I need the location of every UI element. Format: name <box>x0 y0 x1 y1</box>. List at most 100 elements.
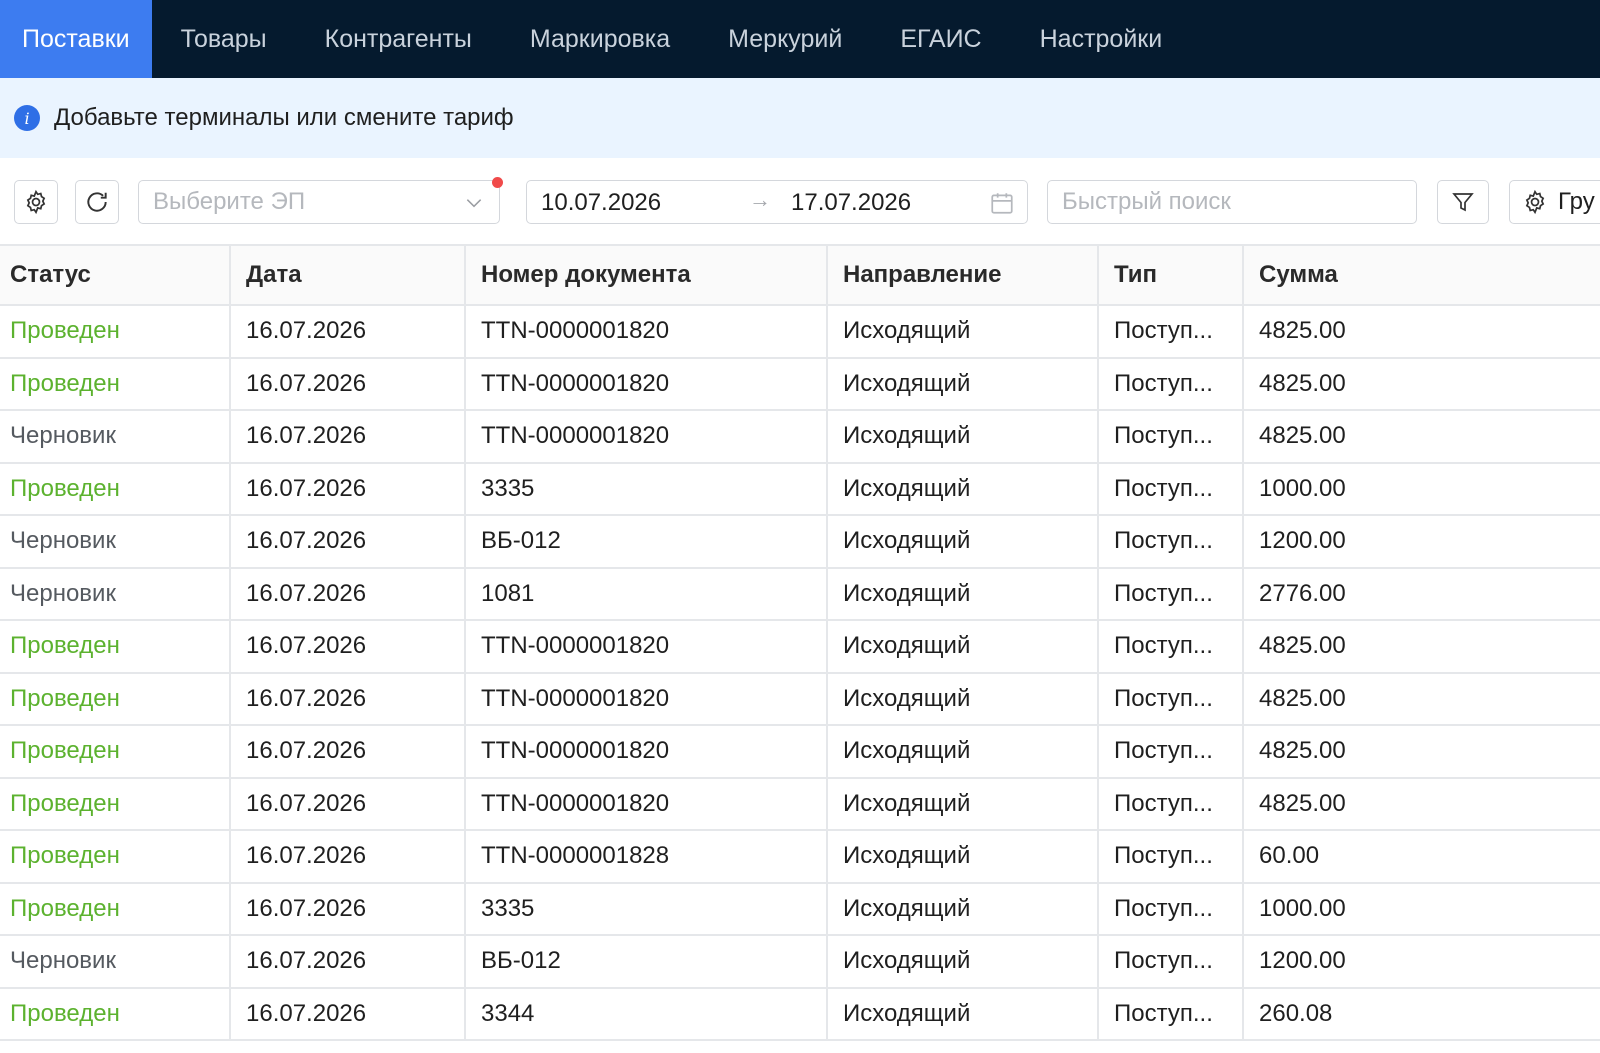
refresh-button[interactable] <box>75 180 119 224</box>
group-button[interactable]: Гру <box>1509 180 1600 224</box>
cell-status: Черновик <box>0 935 231 989</box>
top-navigation: Поставки Товары Контрагенты Маркировка М… <box>0 0 1600 78</box>
cell-date: 16.07.2026 <box>230 567 466 621</box>
column-header-date[interactable]: Дата <box>230 246 466 306</box>
cell-doc-number: 3335 <box>465 882 828 936</box>
column-header-sum[interactable]: Сумма <box>1243 246 1600 306</box>
table-row[interactable]: Проведен 16.07.2026 TTN-0000001820 Исходящи… <box>0 357 1600 411</box>
cell-doc-number: 1081 <box>465 567 828 621</box>
cell-direction: Исходящий <box>827 620 1099 674</box>
filter-button[interactable] <box>1437 180 1489 224</box>
cell-status: Проведен <box>0 987 231 1041</box>
cell-type: Поступ... <box>1098 620 1244 674</box>
cell-date: 16.07.2026 <box>230 462 466 516</box>
date-from[interactable]: 10.07.2026 <box>541 189 661 217</box>
cell-type: Поступ... <box>1098 410 1244 464</box>
cell-doc-number: TTN-0000001820 <box>465 620 828 674</box>
cell-date: 16.07.2026 <box>230 357 466 411</box>
table-row[interactable]: Проведен 16.07.2026 TTN-0000001820 Исходящи… <box>0 305 1600 359</box>
deliveries-table: Статус Дата Номер документа Направление … <box>0 244 1600 1053</box>
cell-doc-number: TTN-0000001820 <box>465 357 828 411</box>
banner-text: Добавьте терминалы или смените тариф <box>54 104 514 131</box>
quick-search-input[interactable]: Быстрый поиск <box>1047 180 1417 224</box>
cell-doc-number: TTN-0000001820 <box>465 777 828 831</box>
cell-doc-number: ВБ-012 <box>465 935 828 989</box>
cell-direction: Исходящий <box>827 672 1099 726</box>
cell-direction: Исходящий <box>827 777 1099 831</box>
tab-egais[interactable]: ЕГАИС <box>871 0 1010 78</box>
table-row[interactable]: Проведен 16.07.2026 TTN-0000001820 Исходящи… <box>0 672 1600 726</box>
cell-status: Проведен <box>0 725 231 779</box>
cell-date: 16.07.2026 <box>230 672 466 726</box>
filter-icon <box>1452 193 1474 212</box>
toolbar: Выберите ЭП 10.07.2026 → 17.07.2026 Быст… <box>0 158 1600 244</box>
cell-direction: Исходящий <box>827 882 1099 936</box>
cell-type: Поступ... <box>1098 515 1244 569</box>
group-button-label: Гру <box>1558 188 1595 215</box>
ep-select-placeholder: Выберите ЭП <box>153 188 306 215</box>
refresh-icon <box>87 192 107 212</box>
cell-status: Черновик <box>0 410 231 464</box>
table-row[interactable]: Проведен 16.07.2026 TTN-0000001820 Исходящи… <box>0 620 1600 674</box>
settings-button[interactable] <box>14 180 58 224</box>
table-row[interactable]: Черновик 16.07.2026 TTN-0000001820 Исходящи… <box>0 410 1600 464</box>
cell-date: 16.07.2026 <box>230 935 466 989</box>
cell-sum: 1000.00 <box>1243 462 1600 516</box>
cell-doc-number: 3344 <box>465 987 828 1041</box>
notification-dot <box>492 177 503 188</box>
cell-status: Проведен <box>0 672 231 726</box>
ep-select[interactable]: Выберите ЭП <box>138 177 503 224</box>
cell-sum: 4825.00 <box>1243 725 1600 779</box>
tab-deliveries[interactable]: Поставки <box>0 0 152 78</box>
cell-direction: Исходящий <box>827 725 1099 779</box>
cell-direction: Исходящий <box>827 462 1099 516</box>
table-row[interactable]: Проведен 16.07.2026 TTN-0000001820 Исходящи… <box>0 777 1600 831</box>
cell-status: Проведен <box>0 620 231 674</box>
cell-type: Поступ... <box>1098 462 1244 516</box>
table-row[interactable]: Черновик 16.07.2026 1081 Исходящий Поступ...… <box>0 567 1600 621</box>
cell-date: 16.07.2026 <box>230 987 466 1041</box>
table-row[interactable]: Черновик 16.07.2026 ВБ-012 Исходящий Поступ.… <box>0 515 1600 569</box>
table-row[interactable]: Проведен 16.07.2026 3344 Исходящий Поступ...… <box>0 987 1600 1041</box>
table-row[interactable]: Проведен 16.07.2026 TTN-0000001828 Исходящи… <box>0 830 1600 884</box>
cell-sum: 60.00 <box>1243 830 1600 884</box>
tab-settings[interactable]: Настройки <box>1011 0 1192 78</box>
tab-marking[interactable]: Маркировка <box>501 0 699 78</box>
tab-goods[interactable]: Товары <box>152 0 296 78</box>
cell-status: Проведен <box>0 830 231 884</box>
tab-counterparties[interactable]: Контрагенты <box>296 0 501 78</box>
cell-status: Проведен <box>0 305 231 359</box>
table-row[interactable]: Проведен 16.07.2026 TTN-0000001820 Исходящи… <box>0 725 1600 779</box>
cell-direction: Исходящий <box>827 305 1099 359</box>
date-to[interactable]: 17.07.2026 <box>791 189 911 217</box>
cell-doc-number: TTN-0000001820 <box>465 305 828 359</box>
calendar-icon <box>991 193 1013 214</box>
cell-doc-number: TTN-0000001820 <box>465 410 828 464</box>
column-header-type[interactable]: Тип <box>1098 246 1244 306</box>
cell-type: Поступ... <box>1098 882 1244 936</box>
info-icon: i <box>14 105 40 131</box>
column-header-doc-number[interactable]: Номер документа <box>465 246 828 306</box>
date-range-picker[interactable]: 10.07.2026 → 17.07.2026 <box>526 180 1028 224</box>
gear-icon <box>26 189 46 215</box>
cell-direction: Исходящий <box>827 357 1099 411</box>
cell-type: Поступ... <box>1098 935 1244 989</box>
table-row[interactable]: Проведен 16.07.2026 3335 Исходящий Поступ...… <box>0 882 1600 936</box>
column-header-status[interactable]: Статус <box>0 246 231 306</box>
table-row[interactable]: Проведен 16.07.2026 3335 Исходящий Поступ...… <box>0 462 1600 516</box>
table-row[interactable]: Черновик 16.07.2026 ВБ-012 Исходящий Поступ.… <box>0 935 1600 989</box>
tab-mercury[interactable]: Меркурий <box>699 0 871 78</box>
cell-date: 16.07.2026 <box>230 777 466 831</box>
cell-sum: 4825.00 <box>1243 305 1600 359</box>
cell-status: Проведен <box>0 462 231 516</box>
table-header-row: Статус Дата Номер документа Направление … <box>0 246 1600 306</box>
cell-direction: Исходящий <box>827 515 1099 569</box>
cell-sum: 4825.00 <box>1243 672 1600 726</box>
cell-status: Проведен <box>0 882 231 936</box>
cell-direction: Исходящий <box>827 987 1099 1041</box>
column-header-direction[interactable]: Направление <box>827 246 1099 306</box>
cell-type: Поступ... <box>1098 305 1244 359</box>
cell-sum: 4825.00 <box>1243 357 1600 411</box>
cell-doc-number: TTN-0000001820 <box>465 725 828 779</box>
cell-direction: Исходящий <box>827 567 1099 621</box>
